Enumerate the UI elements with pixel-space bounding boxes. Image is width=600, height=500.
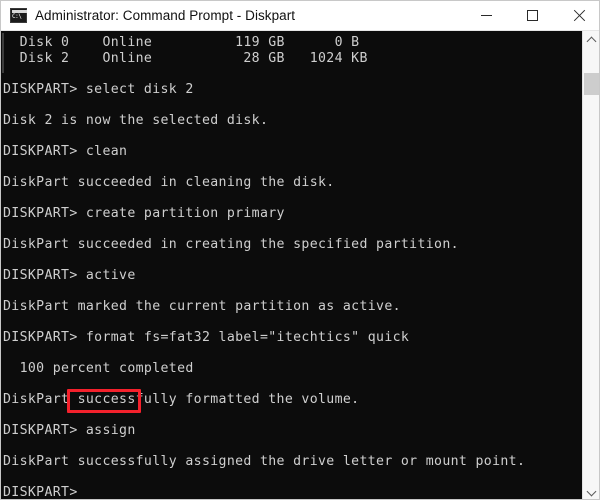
scrollbar-thumb[interactable] (584, 72, 599, 95)
terminal-line: DISKPART> clean (3, 143, 128, 159)
terminal-line: 100 percent completed (3, 360, 194, 376)
maximize-icon (526, 10, 538, 21)
terminal-line: Disk 2 Online 28 GB 1024 KB (3, 50, 368, 66)
terminal-line: Disk 2 is now the selected disk. (3, 112, 269, 128)
scroll-up-button[interactable] (583, 31, 599, 48)
terminal-text: Disk 0 Online 119 GB 0 B Disk 2 Online 2… (1, 35, 584, 500)
terminal-line: DiskPart successfully formatted the volu… (3, 391, 360, 407)
vertical-scrollbar[interactable] (582, 31, 599, 499)
gutter-artifact (2, 33, 4, 73)
chevron-down-icon (586, 486, 596, 496)
title-bar[interactable]: Administrator: Command Prompt - Diskpart (1, 1, 599, 31)
minimize-button[interactable] (463, 1, 509, 30)
chevron-up-icon (586, 36, 596, 46)
console-icon (10, 8, 27, 23)
terminal-line: DISKPART> create partition primary (3, 205, 285, 221)
minimize-icon (480, 15, 492, 16)
close-button[interactable] (555, 1, 599, 30)
terminal-line: DISKPART> (3, 484, 78, 500)
scrollbar-track[interactable] (583, 48, 599, 484)
window-controls (463, 1, 599, 30)
terminal-line: DISKPART> format fs=fat32 label="itechti… (3, 329, 410, 345)
window-title: Administrator: Command Prompt - Diskpart (35, 8, 296, 23)
terminal-line: DiskPart successfully assigned the drive… (3, 453, 526, 469)
maximize-button[interactable] (509, 1, 555, 30)
scroll-down-button[interactable] (583, 484, 599, 499)
close-icon (572, 9, 585, 22)
terminal-line: DISKPART> active (3, 267, 136, 283)
terminal-line: DiskPart succeeded in cleaning the disk. (3, 174, 335, 190)
terminal-line: DISKPART> select disk 2 (3, 81, 194, 97)
terminal-line: DiskPart succeeded in creating the speci… (3, 236, 459, 252)
terminal-output-area[interactable]: Disk 0 Online 119 GB 0 B Disk 2 Online 2… (1, 31, 584, 500)
command-prompt-window: Administrator: Command Prompt - Diskpart… (0, 0, 600, 500)
terminal-line: DISKPART> assign (3, 422, 136, 438)
terminal-line: Disk 0 Online 119 GB 0 B (3, 35, 360, 50)
terminal-line: DiskPart marked the current partition as… (3, 298, 401, 314)
